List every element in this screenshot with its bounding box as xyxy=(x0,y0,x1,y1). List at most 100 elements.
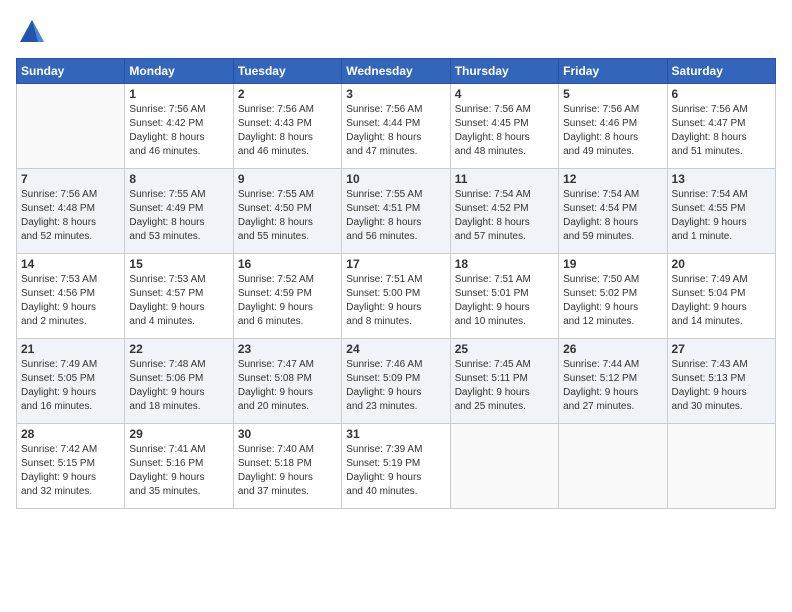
table-cell: 26 Sunrise: 7:44 AM Sunset: 5:12 PM Dayli… xyxy=(559,339,667,424)
col-sunday: Sunday xyxy=(17,59,125,84)
day-info: Sunrise: 7:54 AM Sunset: 4:54 PM Dayligh… xyxy=(563,188,662,244)
table-cell: 2 Sunrise: 7:56 AM Sunset: 4:43 PM Daylig… xyxy=(233,84,341,169)
table-cell: 19 Sunrise: 7:50 AM Sunset: 5:02 PM Dayli… xyxy=(559,254,667,339)
table-cell xyxy=(667,424,775,509)
day-info: Sunrise: 7:50 AM Sunset: 5:02 PM Dayligh… xyxy=(563,273,662,329)
day-info: Sunrise: 7:46 AM Sunset: 5:09 PM Dayligh… xyxy=(346,358,445,414)
table-cell: 8 Sunrise: 7:55 AM Sunset: 4:49 PM Daylig… xyxy=(125,169,233,254)
day-number: 7 xyxy=(21,172,120,186)
day-info: Sunrise: 7:40 AM Sunset: 5:18 PM Dayligh… xyxy=(238,443,337,499)
day-number: 9 xyxy=(238,172,337,186)
table-cell: 20 Sunrise: 7:49 AM Sunset: 5:04 PM Dayli… xyxy=(667,254,775,339)
day-info: Sunrise: 7:51 AM Sunset: 5:00 PM Dayligh… xyxy=(346,273,445,329)
day-info: Sunrise: 7:54 AM Sunset: 4:52 PM Dayligh… xyxy=(455,188,554,244)
day-info: Sunrise: 7:52 AM Sunset: 4:59 PM Dayligh… xyxy=(238,273,337,329)
table-cell: 4Sunrise: 7:56 AM Sunset: 4:45 PM Daylig… xyxy=(450,84,558,169)
day-info: Sunrise: 7:44 AM Sunset: 5:12 PM Dayligh… xyxy=(563,358,662,414)
calendar-week-row: 28 Sunrise: 7:42 AM Sunset: 5:15 PM Dayli… xyxy=(17,424,776,509)
day-info: Sunrise: 7:56 AM Sunset: 4:48 PM Dayligh… xyxy=(21,188,120,244)
table-cell: 24 Sunrise: 7:46 AM Sunset: 5:09 PM Dayli… xyxy=(342,339,450,424)
table-cell: 3Sunrise: 7:56 AM Sunset: 4:44 PM Daylig… xyxy=(342,84,450,169)
day-number: 6 xyxy=(672,87,771,101)
calendar-week-row: 7 Sunrise: 7:56 AM Sunset: 4:48 PM Daylig… xyxy=(17,169,776,254)
table-cell: 27Sunrise: 7:43 AM Sunset: 5:13 PM Dayli… xyxy=(667,339,775,424)
day-info: Sunrise: 7:55 AM Sunset: 4:51 PM Dayligh… xyxy=(346,188,445,244)
table-cell: 9 Sunrise: 7:55 AM Sunset: 4:50 PM Daylig… xyxy=(233,169,341,254)
logo xyxy=(16,16,52,48)
day-number: 26 xyxy=(563,342,662,356)
day-info: Sunrise: 7:56 AM Sunset: 4:44 PM Dayligh… xyxy=(346,103,445,159)
day-number: 11 xyxy=(455,172,554,186)
day-info: Sunrise: 7:49 AM Sunset: 5:05 PM Dayligh… xyxy=(21,358,120,414)
day-number: 28 xyxy=(21,427,120,441)
day-info: Sunrise: 7:49 AM Sunset: 5:04 PM Dayligh… xyxy=(672,273,771,329)
table-cell: 17 Sunrise: 7:51 AM Sunset: 5:00 PM Dayli… xyxy=(342,254,450,339)
table-cell xyxy=(17,84,125,169)
day-number: 10 xyxy=(346,172,445,186)
day-info: Sunrise: 7:54 AM Sunset: 4:55 PM Dayligh… xyxy=(672,188,771,244)
header-row: Sunday Monday Tuesday Wednesday Thursday… xyxy=(17,59,776,84)
day-number: 4 xyxy=(455,87,554,101)
day-number: 29 xyxy=(129,427,228,441)
day-info: Sunrise: 7:56 AM Sunset: 4:47 PM Dayligh… xyxy=(672,103,771,159)
calendar-week-row: 14 Sunrise: 7:53 AM Sunset: 4:56 PM Dayli… xyxy=(17,254,776,339)
day-number: 30 xyxy=(238,427,337,441)
day-number: 12 xyxy=(563,172,662,186)
table-cell: 12 Sunrise: 7:54 AM Sunset: 4:54 PM Dayli… xyxy=(559,169,667,254)
col-saturday: Saturday xyxy=(667,59,775,84)
day-number: 1 xyxy=(129,87,228,101)
table-cell: 10 Sunrise: 7:55 AM Sunset: 4:51 PM Dayli… xyxy=(342,169,450,254)
day-info: Sunrise: 7:55 AM Sunset: 4:49 PM Dayligh… xyxy=(129,188,228,244)
day-number: 20 xyxy=(672,257,771,271)
table-cell: 7 Sunrise: 7:56 AM Sunset: 4:48 PM Daylig… xyxy=(17,169,125,254)
table-cell: 16 Sunrise: 7:52 AM Sunset: 4:59 PM Dayli… xyxy=(233,254,341,339)
table-cell: 28 Sunrise: 7:42 AM Sunset: 5:15 PM Dayli… xyxy=(17,424,125,509)
table-cell: 25 Sunrise: 7:45 AM Sunset: 5:11 PM Dayli… xyxy=(450,339,558,424)
day-info: Sunrise: 7:42 AM Sunset: 5:15 PM Dayligh… xyxy=(21,443,120,499)
day-info: Sunrise: 7:56 AM Sunset: 4:42 PM Dayligh… xyxy=(129,103,228,159)
day-number: 22 xyxy=(129,342,228,356)
day-number: 5 xyxy=(563,87,662,101)
day-number: 25 xyxy=(455,342,554,356)
day-number: 21 xyxy=(21,342,120,356)
col-friday: Friday xyxy=(559,59,667,84)
table-cell: 29 Sunrise: 7:41 AM Sunset: 5:16 PM Dayli… xyxy=(125,424,233,509)
day-info: Sunrise: 7:48 AM Sunset: 5:06 PM Dayligh… xyxy=(129,358,228,414)
day-number: 13 xyxy=(672,172,771,186)
day-info: Sunrise: 7:41 AM Sunset: 5:16 PM Dayligh… xyxy=(129,443,228,499)
logo-icon xyxy=(16,16,48,48)
day-info: Sunrise: 7:45 AM Sunset: 5:11 PM Dayligh… xyxy=(455,358,554,414)
day-info: Sunrise: 7:53 AM Sunset: 4:56 PM Dayligh… xyxy=(21,273,120,329)
day-number: 17 xyxy=(346,257,445,271)
day-number: 18 xyxy=(455,257,554,271)
table-cell: 23Sunrise: 7:47 AM Sunset: 5:08 PM Dayli… xyxy=(233,339,341,424)
table-cell: 22 Sunrise: 7:48 AM Sunset: 5:06 PM Dayli… xyxy=(125,339,233,424)
day-info: Sunrise: 7:56 AM Sunset: 4:46 PM Dayligh… xyxy=(563,103,662,159)
calendar-week-row: 1 Sunrise: 7:56 AM Sunset: 4:42 PM Daylig… xyxy=(17,84,776,169)
col-thursday: Thursday xyxy=(450,59,558,84)
calendar-table: Sunday Monday Tuesday Wednesday Thursday… xyxy=(16,58,776,509)
day-info: Sunrise: 7:56 AM Sunset: 4:43 PM Dayligh… xyxy=(238,103,337,159)
day-number: 15 xyxy=(129,257,228,271)
table-cell: 31 Sunrise: 7:39 AM Sunset: 5:19 PM Dayli… xyxy=(342,424,450,509)
day-number: 8 xyxy=(129,172,228,186)
day-number: 24 xyxy=(346,342,445,356)
col-tuesday: Tuesday xyxy=(233,59,341,84)
table-cell: 15Sunrise: 7:53 AM Sunset: 4:57 PM Dayli… xyxy=(125,254,233,339)
header xyxy=(16,16,776,48)
day-number: 16 xyxy=(238,257,337,271)
day-number: 27 xyxy=(672,342,771,356)
day-info: Sunrise: 7:39 AM Sunset: 5:19 PM Dayligh… xyxy=(346,443,445,499)
day-info: Sunrise: 7:55 AM Sunset: 4:50 PM Dayligh… xyxy=(238,188,337,244)
table-cell: 30 Sunrise: 7:40 AM Sunset: 5:18 PM Dayli… xyxy=(233,424,341,509)
day-number: 2 xyxy=(238,87,337,101)
day-number: 31 xyxy=(346,427,445,441)
day-number: 14 xyxy=(21,257,120,271)
table-cell: 6 Sunrise: 7:56 AM Sunset: 4:47 PM Daylig… xyxy=(667,84,775,169)
day-number: 23 xyxy=(238,342,337,356)
day-number: 19 xyxy=(563,257,662,271)
table-cell: 14 Sunrise: 7:53 AM Sunset: 4:56 PM Dayli… xyxy=(17,254,125,339)
table-cell: 1 Sunrise: 7:56 AM Sunset: 4:42 PM Daylig… xyxy=(125,84,233,169)
calendar-week-row: 21 Sunrise: 7:49 AM Sunset: 5:05 PM Dayli… xyxy=(17,339,776,424)
table-cell: 18Sunrise: 7:51 AM Sunset: 5:01 PM Dayli… xyxy=(450,254,558,339)
